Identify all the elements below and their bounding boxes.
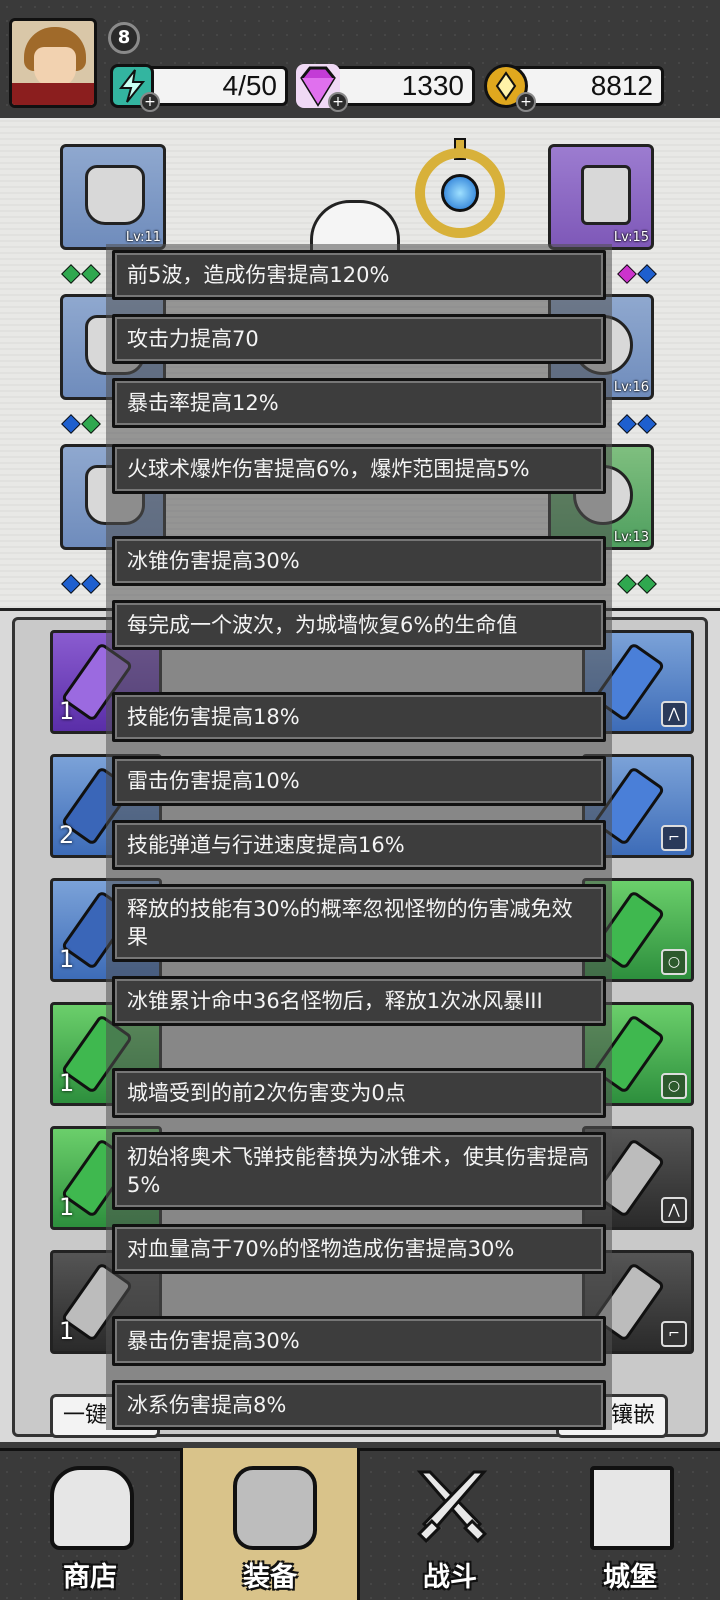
item-quantity: 1 bbox=[59, 1069, 75, 1097]
add-energy-button[interactable]: + bbox=[140, 92, 160, 112]
tooltip-line: 暴击率提高12% bbox=[112, 378, 606, 428]
green-gem-icon bbox=[81, 264, 101, 284]
slot-type-icon: ⋀ bbox=[661, 701, 687, 727]
green-gem-icon bbox=[81, 414, 101, 434]
nav-label: 城堡 bbox=[603, 1562, 657, 1593]
slot-gems bbox=[61, 414, 104, 434]
blue-gem-icon bbox=[617, 414, 637, 434]
slot-gems bbox=[61, 574, 104, 594]
tooltip-line: 火球术爆炸伤害提高6%，爆炸范围提高5% bbox=[112, 444, 606, 494]
tooltip-line: 攻击力提高70 bbox=[112, 314, 606, 364]
avatar-face bbox=[34, 47, 76, 87]
tooltip-line: 技能弹道与行进速度提高16% bbox=[112, 820, 606, 870]
tooltip-line: 冰锥伤害提高30% bbox=[112, 536, 606, 586]
nav-shop[interactable]: 商店 bbox=[0, 1448, 180, 1600]
player-avatar[interactable] bbox=[9, 18, 97, 108]
nav-castle[interactable]: 城堡 bbox=[540, 1448, 720, 1600]
slot-gems bbox=[61, 264, 104, 284]
equip-slot-weapon[interactable]: Lv:15 bbox=[548, 144, 654, 250]
green-gem-icon bbox=[617, 574, 637, 594]
tooltip-line: 技能伤害提高18% bbox=[112, 692, 606, 742]
tooltip-line: 前5波，造成伤害提高120% bbox=[112, 250, 606, 300]
avatar-cloak bbox=[12, 83, 94, 105]
green-gem-icon bbox=[637, 574, 657, 594]
item-quantity: 1 bbox=[59, 1193, 75, 1221]
player-level-badge: 8 bbox=[108, 22, 140, 54]
slot-type-icon: ○ bbox=[661, 1073, 687, 1099]
purple-gem-icon bbox=[617, 264, 637, 284]
staff-orb bbox=[441, 174, 479, 212]
item-quantity: 2 bbox=[59, 821, 75, 849]
equip-slot-helmet[interactable]: Lv:11 bbox=[60, 144, 166, 250]
gauntlet-icon bbox=[581, 165, 631, 225]
tooltip-line: 释放的技能有30%的概率忽视怪物的伤害减免效果 bbox=[112, 884, 606, 962]
blue-gem-icon bbox=[637, 264, 657, 284]
equip-level: Lv:11 bbox=[125, 230, 161, 245]
tooltip-line: 雷击伤害提高10% bbox=[112, 756, 606, 806]
nav-label: 装备 bbox=[243, 1562, 297, 1593]
blue-gem-icon bbox=[61, 414, 81, 434]
tooltip-line: 暴击伤害提高30% bbox=[112, 1316, 606, 1366]
tooltip-line: 冰系伤害提高8% bbox=[112, 1380, 606, 1430]
crossed-swords-icon bbox=[410, 1466, 494, 1550]
slot-gems bbox=[617, 574, 660, 594]
blue-gem-icon bbox=[81, 574, 101, 594]
blue-gem-icon bbox=[61, 574, 81, 594]
add-gems-button[interactable]: + bbox=[328, 92, 348, 112]
helmet-icon bbox=[85, 165, 145, 225]
tooltip-line: 对血量高于70%的怪物造成伤害提高30% bbox=[112, 1224, 606, 1274]
tooltip-line: 每完成一个波次，为城墙恢复6%的生命值 bbox=[112, 600, 606, 650]
tooltip-line: 冰锥累计命中36名怪物后，释放1次冰风暴III bbox=[112, 976, 606, 1026]
nav-battle[interactable]: 战斗 bbox=[360, 1448, 540, 1600]
item-quantity: 1 bbox=[59, 945, 75, 973]
slot-gems bbox=[617, 264, 660, 284]
backpack-icon bbox=[233, 1466, 317, 1550]
tooltip-line: 初始将奥术飞弹技能替换为冰锥术，使其伤害提高5% bbox=[112, 1132, 606, 1210]
blue-gem-icon bbox=[637, 414, 657, 434]
equip-level: Lv:13 bbox=[613, 530, 649, 545]
green-gem-icon bbox=[61, 264, 81, 284]
add-gold-button[interactable]: + bbox=[516, 92, 536, 112]
tooltip-line: 城墙受到的前2次伤害变为0点 bbox=[112, 1068, 606, 1118]
equip-level: Lv:16 bbox=[613, 380, 649, 395]
slot-type-icon: ○ bbox=[661, 949, 687, 975]
slot-gems bbox=[617, 414, 660, 434]
castle-icon bbox=[590, 1466, 674, 1550]
item-quantity: 1 bbox=[59, 697, 75, 725]
shop-icon bbox=[50, 1466, 134, 1550]
item-quantity: 1 bbox=[59, 1317, 75, 1345]
nav-equipment[interactable]: 装备 bbox=[180, 1448, 360, 1600]
nav-label: 战斗 bbox=[423, 1562, 477, 1593]
slot-type-icon: ⌐ bbox=[661, 825, 687, 851]
nav-label: 商店 bbox=[63, 1562, 117, 1593]
slot-type-icon: ⌐ bbox=[661, 1321, 687, 1347]
equip-level: Lv:15 bbox=[613, 230, 649, 245]
slot-type-icon: ⋀ bbox=[661, 1197, 687, 1223]
